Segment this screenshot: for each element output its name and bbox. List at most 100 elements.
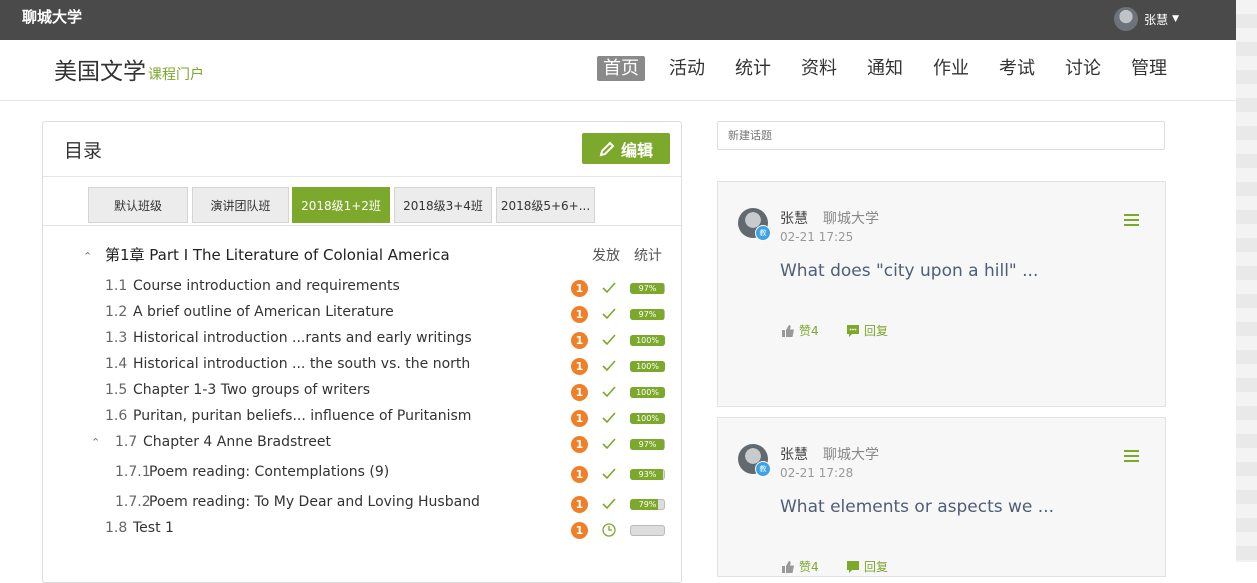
reply-button[interactable]: 回复 bbox=[846, 558, 888, 575]
check-icon bbox=[602, 438, 616, 450]
nav-manage[interactable]: 管理 bbox=[1125, 56, 1173, 81]
discussion-card[interactable]: 教 张慧 聊城大学 02-21 17:28 What elements or a… bbox=[717, 417, 1166, 577]
check-icon bbox=[602, 412, 616, 424]
section-row[interactable]: 1.7.2 Poem reading: To My Dear and Loving… bbox=[43, 494, 681, 516]
section-row[interactable]: 1.2 A brief outline of American Literatur… bbox=[43, 304, 681, 326]
avatar bbox=[1114, 7, 1139, 31]
menu-icon[interactable] bbox=[1124, 450, 1139, 462]
section-number: 1.5 bbox=[105, 382, 128, 398]
section-title[interactable]: Chapter 1-3 Two groups of writers bbox=[133, 382, 370, 398]
progress-bar: 97% bbox=[630, 439, 665, 450]
post-text[interactable]: What does "city upon a hill" ... bbox=[780, 261, 1038, 281]
edit-button[interactable]: 编辑 bbox=[582, 133, 670, 164]
check-icon bbox=[602, 360, 616, 372]
section-row[interactable]: 1.4 Historical introduction ... the south… bbox=[43, 356, 681, 378]
new-topic-input[interactable] bbox=[717, 121, 1165, 150]
progress-label: 100% bbox=[636, 336, 659, 345]
section-row[interactable]: 1.8 Test 1 1 bbox=[43, 520, 681, 542]
tab-2018-3-4[interactable]: 2018级3+4班 bbox=[394, 187, 492, 223]
like-count: 赞4 bbox=[799, 324, 819, 338]
release-count-badge[interactable]: 1 bbox=[571, 466, 588, 483]
release-count-badge[interactable]: 1 bbox=[571, 358, 588, 375]
progress-bar: 97% bbox=[630, 309, 665, 320]
collapse-icon[interactable]: ⌃ bbox=[91, 436, 100, 449]
section-row[interactable]: 1.5 Chapter 1-3 Two groups of writers 1 100… bbox=[43, 382, 681, 404]
release-count-badge[interactable]: 1 bbox=[571, 410, 588, 427]
chevron-down-icon: ▼ bbox=[1172, 14, 1179, 24]
school-name[interactable]: 聊城大学 bbox=[22, 6, 82, 27]
post-text[interactable]: What elements or aspects we ... bbox=[780, 497, 1054, 517]
section-number: 1.4 bbox=[105, 356, 128, 372]
section-title[interactable]: Course introduction and requirements bbox=[133, 278, 400, 294]
collapse-icon[interactable]: ⌃ bbox=[83, 250, 97, 263]
avatar: 教 bbox=[738, 444, 771, 477]
catalog-title: 目录 bbox=[64, 140, 103, 162]
nav-discussion[interactable]: 讨论 bbox=[1059, 56, 1107, 81]
section-row[interactable]: ⌃ 1.7 Chapter 4 Anne Bradstreet 1 97% bbox=[43, 434, 681, 456]
progress-bar: 100% bbox=[630, 335, 665, 346]
menu-icon[interactable] bbox=[1124, 214, 1139, 226]
release-count-badge[interactable]: 1 bbox=[571, 306, 588, 323]
nav-statistics[interactable]: 统计 bbox=[729, 56, 777, 81]
catalog-panel: 目录 编辑 默认班级 演讲团队班 2018级1+2班 2018级3+4班 201… bbox=[42, 121, 682, 583]
tab-default-class[interactable]: 默认班级 bbox=[88, 187, 188, 223]
section-row[interactable]: 1.6 Puritan, puritan beliefs... influence… bbox=[43, 408, 681, 430]
section-title[interactable]: Poem reading: To My Dear and Loving Husb… bbox=[149, 494, 480, 510]
progress-label: 97% bbox=[638, 310, 657, 319]
release-count-badge[interactable]: 1 bbox=[571, 436, 588, 453]
progress-label: 100% bbox=[636, 388, 659, 397]
reply-button[interactable]: 回复 bbox=[846, 322, 888, 339]
check-icon bbox=[602, 386, 616, 398]
section-title[interactable]: A brief outline of American Literature bbox=[133, 304, 394, 320]
chapter-heading[interactable]: ⌃ 第1章 Part I The Literature of Colonial A… bbox=[83, 244, 450, 265]
section-title[interactable]: Historical introduction ...rants and ear… bbox=[133, 330, 472, 346]
section-number: 1.7.2 bbox=[115, 494, 151, 510]
user-name: 张慧 bbox=[1144, 12, 1169, 27]
section-row[interactable]: 1.1 Course introduction and requirements 1… bbox=[43, 278, 681, 300]
section-title[interactable]: Poem reading: Contemplations (9) bbox=[149, 464, 389, 480]
teacher-badge: 教 bbox=[755, 225, 771, 241]
release-count-badge[interactable]: 1 bbox=[571, 332, 588, 349]
discussion-card[interactable]: 教 张慧 聊城大学 02-21 17:25 What does "city up… bbox=[717, 181, 1166, 407]
section-title[interactable]: Historical introduction ... the south vs… bbox=[133, 356, 470, 372]
release-count-badge[interactable]: 1 bbox=[571, 522, 588, 539]
class-tabs: 默认班级 演讲团队班 2018级1+2班 2018级3+4班 2018级5+6+… bbox=[43, 176, 681, 226]
post-time: 02-21 17:28 bbox=[780, 466, 854, 480]
progress-label: 97% bbox=[638, 284, 657, 293]
column-stats: 统计 bbox=[634, 248, 662, 264]
nav-home[interactable]: 首页 bbox=[597, 56, 645, 81]
release-count-badge[interactable]: 1 bbox=[571, 280, 588, 297]
like-button[interactable]: 赞4 bbox=[781, 322, 819, 339]
progress-bar: 97% bbox=[630, 283, 665, 294]
nav-materials[interactable]: 资料 bbox=[795, 56, 843, 81]
user-menu[interactable]: 张慧 ▼ bbox=[1114, 7, 1179, 31]
tab-2018-1-2[interactable]: 2018级1+2班 bbox=[292, 187, 390, 223]
like-button[interactable]: 赞4 bbox=[781, 558, 819, 575]
section-number: 1.6 bbox=[105, 408, 128, 424]
tab-speech-team[interactable]: 演讲团队班 bbox=[192, 187, 289, 223]
check-icon bbox=[602, 468, 616, 480]
release-count-badge[interactable]: 1 bbox=[571, 496, 588, 513]
section-row[interactable]: 1.3 Historical introduction ...rants and … bbox=[43, 330, 681, 352]
progress-label: 79% bbox=[638, 500, 657, 509]
tab-2018-5-6[interactable]: 2018级5+6+... bbox=[496, 187, 595, 223]
section-number: 1.8 bbox=[105, 520, 128, 536]
progress-bar: 93% bbox=[630, 469, 665, 480]
course-title[interactable]: 美国文学 课程门户 bbox=[54, 52, 204, 86]
nav-homework[interactable]: 作业 bbox=[927, 56, 975, 81]
section-title[interactable]: Chapter 4 Anne Bradstreet bbox=[143, 434, 331, 450]
author-name[interactable]: 张慧 bbox=[780, 208, 808, 228]
section-title[interactable]: Test 1 bbox=[133, 520, 174, 536]
section-row[interactable]: 1.7.1 Poem reading: Contemplations (9) 1 93… bbox=[43, 464, 681, 486]
author-school: 聊城大学 bbox=[823, 211, 879, 227]
release-count-badge[interactable]: 1 bbox=[571, 384, 588, 401]
top-bar: 聊城大学 张慧 ▼ bbox=[0, 0, 1236, 40]
check-icon bbox=[602, 282, 616, 294]
nav-notices[interactable]: 通知 bbox=[861, 56, 909, 81]
reply-label: 回复 bbox=[864, 560, 889, 574]
author-name[interactable]: 张慧 bbox=[780, 444, 808, 464]
nav-activities[interactable]: 活动 bbox=[663, 56, 711, 81]
nav-exams[interactable]: 考试 bbox=[993, 56, 1041, 81]
progress-label: 97% bbox=[638, 440, 657, 449]
section-title[interactable]: Puritan, puritan beliefs... influence of… bbox=[133, 408, 471, 424]
